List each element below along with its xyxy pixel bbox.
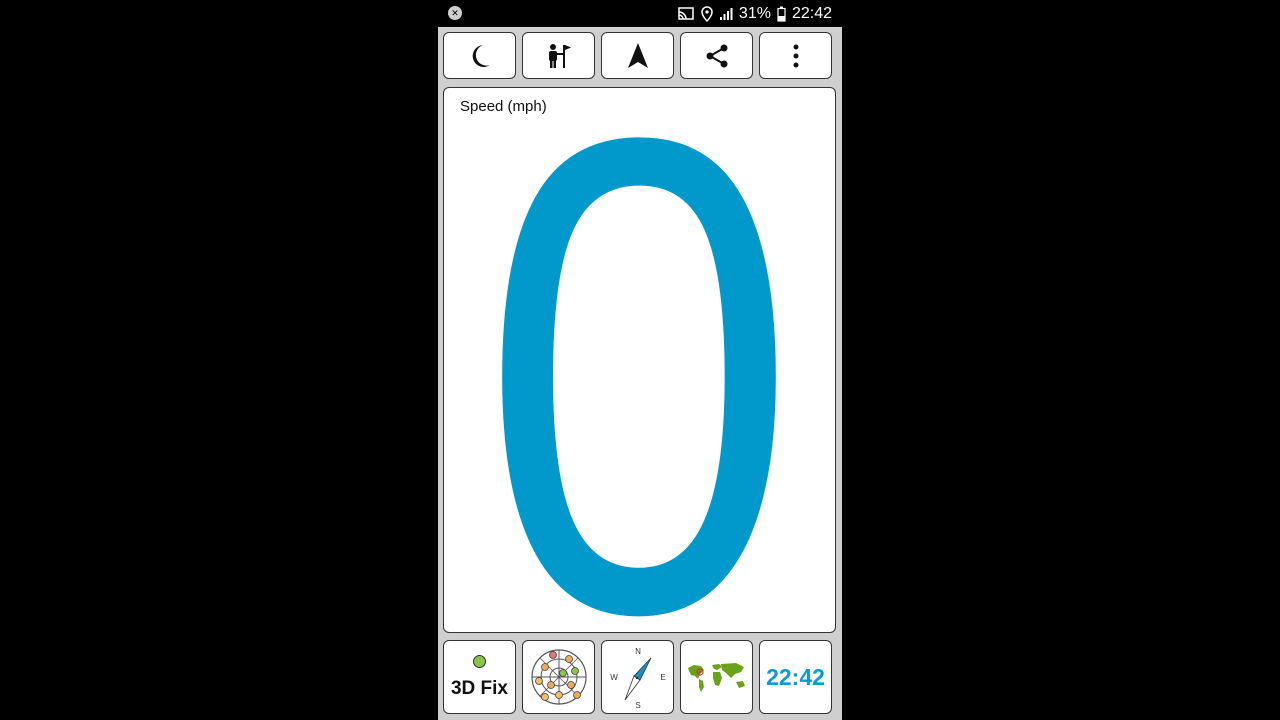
compass-n-label: N — [635, 647, 641, 656]
night-mode-button[interactable] — [443, 32, 516, 79]
share-icon — [706, 44, 727, 67]
status-time: 22:42 — [791, 5, 832, 22]
world-map-icon — [687, 663, 745, 692]
moon-icon — [472, 44, 490, 67]
phone-screen: ✕ 31% 22:42 Speed (mph) 0 3D Fix N E S W… — [438, 0, 842, 720]
gps-fix-label: 3D Fix — [450, 678, 509, 699]
satellite-radar-icon — [530, 649, 587, 705]
compass-button[interactable]: N E S W — [601, 640, 674, 714]
gps-fix-button[interactable]: 3D Fix — [443, 640, 516, 714]
status-bar: ✕ 31% 22:42 — [438, 0, 842, 27]
more-options-button[interactable] — [759, 32, 832, 79]
navigation-arrow-icon — [627, 42, 648, 68]
satellites-button[interactable] — [522, 640, 595, 714]
share-button[interactable] — [680, 32, 753, 79]
clock-label: 22:42 — [766, 663, 825, 690]
speed-value: 0 — [480, 88, 798, 632]
navigation-button[interactable] — [601, 32, 674, 79]
clock-button[interactable]: 22:42 — [759, 640, 832, 714]
bottom-bar: 3D Fix N E S W 22:42 — [443, 640, 832, 714]
compass-icon: N E S W — [610, 647, 665, 710]
top-toolbar — [443, 32, 832, 79]
speed-digits: 0 — [480, 88, 798, 632]
speed-panel[interactable]: Speed (mph) 0 — [443, 87, 836, 633]
map-button[interactable] — [680, 640, 753, 714]
status-icons: 31% 22:42 — [677, 4, 832, 24]
notification-icon: ✕ — [448, 6, 462, 20]
more-vertical-icon — [793, 44, 798, 67]
cast-icon — [678, 7, 694, 20]
signal-icon — [719, 8, 733, 20]
battery-percent: 31% — [738, 5, 771, 22]
location-icon — [701, 6, 713, 22]
battery-icon — [777, 6, 786, 22]
gps-fix-indicator — [473, 655, 486, 668]
waypoint-button[interactable] — [522, 32, 595, 79]
compass-w-label: W — [610, 673, 618, 682]
compass-e-label: E — [660, 673, 665, 682]
compass-s-label: S — [635, 701, 640, 710]
person-flag-icon — [548, 43, 571, 68]
